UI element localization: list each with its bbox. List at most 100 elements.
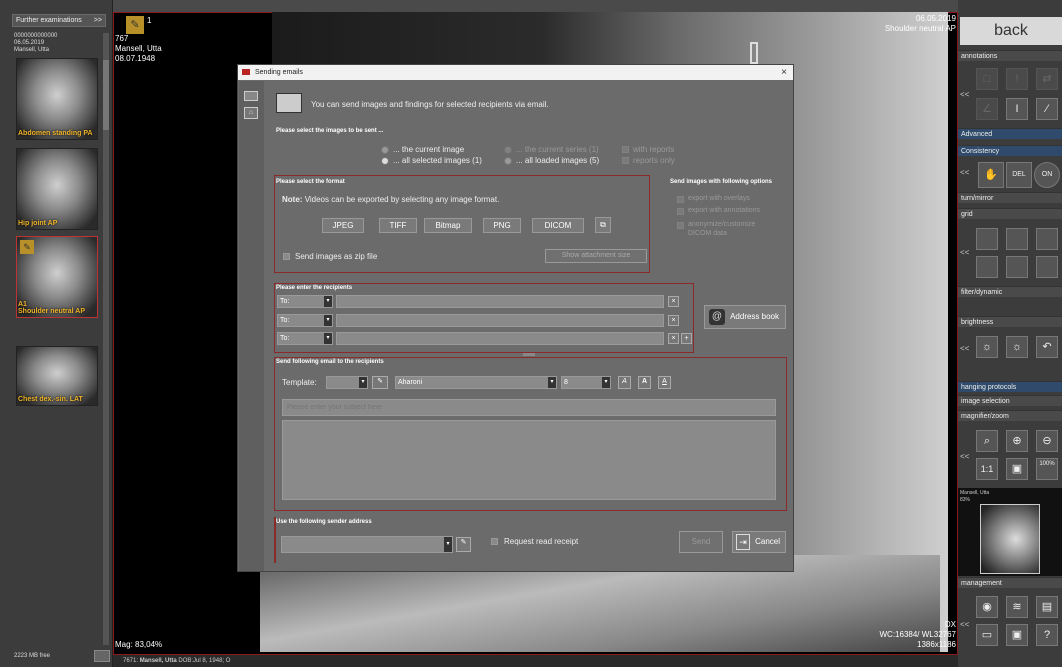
magnifier-icon[interactable]: ⌕ [976,430,998,452]
section-hanging-protocols[interactable]: hanging protocols [958,381,1062,392]
scrollbar-thumb[interactable] [103,60,109,130]
recipient-input[interactable] [336,332,664,345]
chevron-left-icon[interactable]: << [960,248,969,257]
sender-select[interactable]: ▾ [281,536,453,553]
italic-icon[interactable]: A [618,376,631,389]
ruler-icon[interactable]: I [1006,98,1028,120]
underline-icon[interactable]: A [658,376,671,389]
overlay-tech: DX WC:16384/ WL32767 1386x1186 [880,620,957,650]
chevron-left-icon[interactable]: << [960,620,969,629]
radio-current-image[interactable] [381,146,389,154]
lock-tab-icon[interactable]: ⌂ [244,107,258,119]
format-png-button[interactable]: PNG [483,218,521,233]
format-bitmap-button[interactable]: Bitmap [424,218,472,233]
app-icon [242,69,250,75]
edit-template-icon[interactable]: ✎ [372,376,388,389]
thumbnail-shoulder[interactable]: ✎ A1 Shoulder neutral AP [16,236,98,318]
fit-icon[interactable]: ▣ [1006,458,1028,480]
section-advanced[interactable]: Advanced [958,128,1062,139]
format-settings-icon[interactable]: ⧉ [595,217,611,233]
images-section-title: Please select the images to be sent ... [276,128,384,134]
grid-3x2-icon[interactable] [1006,256,1028,278]
section-management[interactable]: management [958,577,1062,588]
grid-3x3-icon[interactable] [1036,256,1058,278]
chevron-left-icon[interactable]: << [960,344,969,353]
format-jpeg-button[interactable]: JPEG [322,218,364,233]
delete-icon[interactable]: DEL [1006,162,1032,188]
reset-icon[interactable]: ↶ [1036,336,1058,358]
grid-2x1-icon[interactable] [1036,228,1058,250]
subject-input[interactable] [282,399,776,416]
grid-1x1-icon[interactable] [976,228,998,250]
message-body-input[interactable] [282,420,776,500]
checkbox-reports-only [622,157,629,164]
recipient-input[interactable] [336,314,664,327]
checkbox-zip[interactable] [283,253,290,260]
grid-1x2-icon[interactable] [1006,228,1028,250]
overlay-id: 767 [115,34,129,43]
section-consistency[interactable]: Consistency [958,145,1062,156]
add-recipient-icon[interactable]: + [681,333,692,344]
font-select[interactable]: Aharoni ▾ [395,376,557,389]
section-magnifier[interactable]: magnifier/zoom [958,410,1062,421]
mini-preview[interactable]: Mansell, Utta 83% [958,488,1062,576]
clear-recipient-icon[interactable]: × [668,315,679,326]
clear-recipient-icon[interactable]: × [668,296,679,307]
chevron-left-icon[interactable]: << [960,90,969,99]
zoom-in-icon[interactable]: ⊕ [1006,430,1028,452]
cancel-button[interactable]: ⇥ Cancel [732,531,786,553]
save-icon[interactable]: ▤ [1036,596,1058,618]
measure-icon[interactable]: ⁄ [1036,98,1058,120]
address-book-button[interactable]: @ Address book [704,305,786,329]
zoom-100-button[interactable]: 100% [1036,458,1058,480]
back-button[interactable]: back [960,17,1062,45]
zoom-1-1-button[interactable]: 1:1 [976,458,998,480]
thumbnail-hip[interactable]: Hip joint AP [16,148,98,230]
brightness-down-icon[interactable]: ☼ [1006,336,1028,358]
recipient-type-select[interactable]: To: ▾ [277,332,333,345]
hand-icon[interactable]: ✋ [978,162,1004,188]
thumbnail-abdomen[interactable]: Abdomen standing PA [16,58,98,140]
monitor-icon[interactable] [94,650,110,662]
close-icon[interactable]: × [781,65,787,80]
grid-2x2-icon[interactable] [976,256,998,278]
read-receipt-label: Request read receipt [504,537,579,546]
thumbnail-chest[interactable]: Chest dex.-sin. LAT [16,346,98,406]
section-annotations[interactable]: annotations [958,50,1062,61]
checkbox-read-receipt[interactable] [491,538,498,545]
monitor-icon[interactable]: ▭ [976,624,998,646]
checkbox-export-annotations [677,208,684,215]
brightness-up-icon[interactable]: ☼ [976,336,998,358]
template-select[interactable]: ▾ [326,376,368,389]
radio-all-selected[interactable] [381,157,389,165]
pin-icon[interactable]: ✎ [126,16,144,34]
clear-recipient-icon[interactable]: × [668,333,679,344]
power-icon[interactable]: ON [1034,162,1060,188]
recipient-type-select[interactable]: To: ▾ [277,314,333,327]
recipient-type-select[interactable]: To: ▾ [277,295,333,308]
mail-tab-icon[interactable] [244,91,258,101]
format-dicom-button[interactable]: DICOM [532,218,584,233]
format-tiff-button[interactable]: TIFF [379,218,417,233]
help-icon[interactable]: ? [1036,624,1058,646]
splitter-handle[interactable] [523,353,535,356]
image-marker [750,42,758,64]
stack-icon[interactable]: ≋ [1006,596,1028,618]
section-turn-mirror[interactable]: turn/mirror [958,192,1062,203]
font-size-select[interactable]: 8 ▾ [561,376,611,389]
camera-icon[interactable]: ◉ [976,596,998,618]
section-image-selection[interactable]: image selection [958,395,1062,406]
chevron-left-icon[interactable]: << [960,168,969,177]
section-grid[interactable]: grid [958,208,1062,219]
window-icon[interactable]: ▣ [1006,624,1028,646]
recipient-input[interactable] [336,295,664,308]
section-filter[interactable]: filter/dynamic [958,286,1062,297]
further-examinations-button[interactable]: Further examinations >> [12,14,106,27]
edit-sender-icon[interactable]: ✎ [456,537,471,552]
section-brightness[interactable]: brightness [958,316,1062,327]
chevron-left-icon[interactable]: << [960,452,969,461]
radio-all-loaded[interactable] [504,157,512,165]
zoom-out-icon[interactable]: ⊖ [1036,430,1058,452]
mini-thumbnail [980,504,1040,574]
bold-icon[interactable]: A [638,376,651,389]
